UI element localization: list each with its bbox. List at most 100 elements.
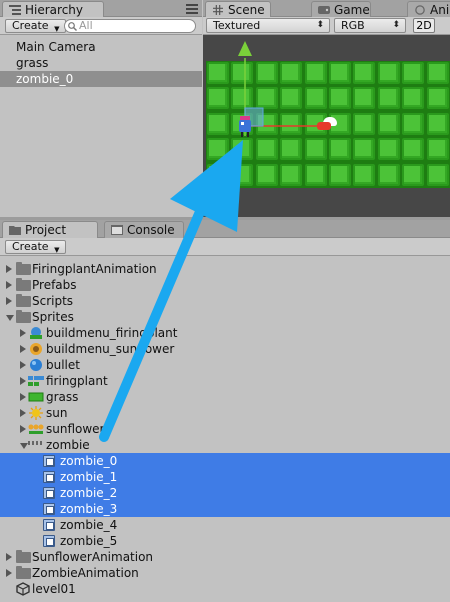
asset-label: grass [46, 390, 79, 404]
asset-label: level01 [32, 582, 76, 596]
expand-arrow-icon[interactable] [20, 377, 26, 385]
expand-arrow-icon[interactable] [6, 265, 12, 273]
asset-zombie-3[interactable]: zombie_3 [42, 501, 242, 517]
folder-zombie-animation[interactable]: ZombieAnimation [6, 565, 306, 581]
2d-mode-toggle[interactable]: 2D [413, 18, 435, 33]
folder-icon [16, 550, 31, 563]
folder-icon [9, 226, 21, 235]
asset-label: sun [46, 406, 68, 420]
asset-zombie[interactable]: zombie [20, 437, 320, 453]
sprite-icon [43, 455, 55, 467]
hierarchy-menu-icon[interactable] [186, 4, 198, 14]
tab-project[interactable]: Project [2, 221, 98, 239]
asset-buildmenu-sunflower[interactable]: buildmenu_sunflower [20, 341, 320, 357]
tab-game-label: Game [334, 3, 370, 17]
asset-sun[interactable]: sun [20, 405, 320, 421]
folder-prefabs[interactable]: Prefabs [6, 277, 306, 293]
asset-label: firingplant [46, 374, 108, 388]
asset-label: buildmenu_sunflower [46, 342, 175, 356]
search-icon [68, 22, 77, 31]
firingplant-thumb-icon [30, 327, 42, 339]
zombie-sprite[interactable] [238, 116, 252, 138]
folder-label: Sprites [32, 310, 74, 324]
spritesheet-icon [28, 424, 44, 434]
expand-arrow-icon[interactable] [20, 329, 26, 337]
folder-sunflower-animation[interactable]: SunflowerAnimation [6, 549, 306, 565]
asset-sunflower[interactable]: sunflower [20, 421, 320, 437]
expand-arrow-icon[interactable] [6, 297, 12, 305]
asset-zombie-4[interactable]: zombie_4 [42, 517, 242, 533]
hierarchy-toolbar: Create ▼ All [0, 17, 202, 35]
y-axis-arrow-icon [238, 41, 252, 56]
hierarchy-icon [9, 5, 21, 15]
asset-zombie-0[interactable]: zombie_0 [42, 453, 242, 469]
folder-label: Prefabs [32, 278, 77, 292]
folder-icon [16, 262, 31, 275]
create-label: Create [12, 19, 49, 32]
grass-thumb-icon [28, 392, 44, 402]
asset-zombie-2[interactable]: zombie_2 [42, 485, 242, 501]
tab-console[interactable]: Console [104, 221, 184, 238]
asset-label: zombie_2 [60, 486, 118, 500]
spritesheet-icon [28, 441, 42, 445]
hierarchy-item-grass[interactable]: grass [0, 55, 202, 71]
folder-icon [16, 566, 31, 579]
hierarchy-panel: Hierarchy Create ▼ All Main Camera grass… [0, 0, 202, 217]
folder-firingplant-animation[interactable]: FiringplantAnimation [6, 261, 306, 277]
folder-sprites[interactable]: Sprites [6, 309, 306, 325]
asset-label: sunflower [46, 422, 105, 436]
hierarchy-search-input[interactable]: All [64, 19, 196, 33]
asset-scene-level01[interactable]: level01 [16, 581, 316, 597]
sprite-icon [43, 471, 55, 483]
hierarchy-create-button[interactable]: Create ▼ [5, 19, 66, 33]
collapse-arrow-icon[interactable] [6, 315, 14, 321]
expand-arrow-icon[interactable] [6, 281, 12, 289]
asset-label: zombie_3 [60, 502, 118, 516]
asset-grass[interactable]: grass [20, 389, 320, 405]
collapse-arrow-icon[interactable] [20, 443, 28, 449]
asset-firingplant[interactable]: firingplant [20, 373, 320, 389]
sprite-icon [43, 535, 55, 547]
asset-buildmenu-firingplant[interactable]: buildmenu_firingplant [20, 325, 320, 341]
expand-arrow-icon[interactable] [20, 361, 26, 369]
render-mode-value: RGB [341, 19, 365, 32]
folder-label: ZombieAnimation [32, 566, 139, 580]
tab-animation-label: Anim [430, 3, 450, 17]
plant-sprite[interactable] [315, 117, 339, 131]
console-icon [111, 225, 123, 235]
folder-scripts[interactable]: Scripts [6, 293, 306, 309]
asset-label: bullet [46, 358, 80, 372]
project-panel: Project Console Create ▼ FiringplantAnim… [0, 220, 450, 602]
asset-label: zombie_4 [60, 518, 118, 532]
sun-thumb-icon [29, 406, 43, 420]
asset-zombie-1[interactable]: zombie_1 [42, 469, 242, 485]
folder-icon [16, 278, 31, 291]
game-icon [318, 6, 330, 14]
sunflower-thumb-icon [30, 343, 42, 355]
expand-arrow-icon[interactable] [20, 393, 26, 401]
tab-animation[interactable]: Anim [407, 1, 450, 18]
spritesheet-icon [28, 376, 44, 386]
folder-icon [16, 310, 31, 323]
asset-zombie-5[interactable]: zombie_5 [42, 533, 242, 549]
expand-arrow-icon[interactable] [20, 345, 26, 353]
asset-bullet[interactable]: bullet [20, 357, 320, 373]
project-toolbar: Create ▼ [0, 238, 450, 256]
project-create-button[interactable]: Create ▼ [5, 240, 66, 254]
tab-game[interactable]: Game [311, 1, 371, 18]
hierarchy-item-main-camera[interactable]: Main Camera [0, 39, 202, 55]
expand-arrow-icon[interactable] [20, 425, 26, 433]
folder-label: FiringplantAnimation [32, 262, 157, 276]
hierarchy-item-zombie-0[interactable]: zombie_0 [0, 71, 202, 87]
expand-arrow-icon[interactable] [6, 553, 12, 561]
animation-icon [415, 5, 425, 15]
render-mode-dropdown[interactable]: RGB ⬍ [334, 18, 406, 33]
tab-project-label: Project [25, 223, 67, 237]
expand-arrow-icon[interactable] [6, 569, 12, 577]
expand-arrow-icon[interactable] [20, 409, 26, 417]
shading-mode-value: Textured [213, 19, 261, 32]
scene-toolbar: Textured ⬍ RGB ⬍ 2D [203, 17, 450, 35]
shading-mode-dropdown[interactable]: Textured ⬍ [206, 18, 330, 33]
tab-console-label: Console [127, 223, 175, 237]
asset-label: zombie [46, 438, 90, 452]
